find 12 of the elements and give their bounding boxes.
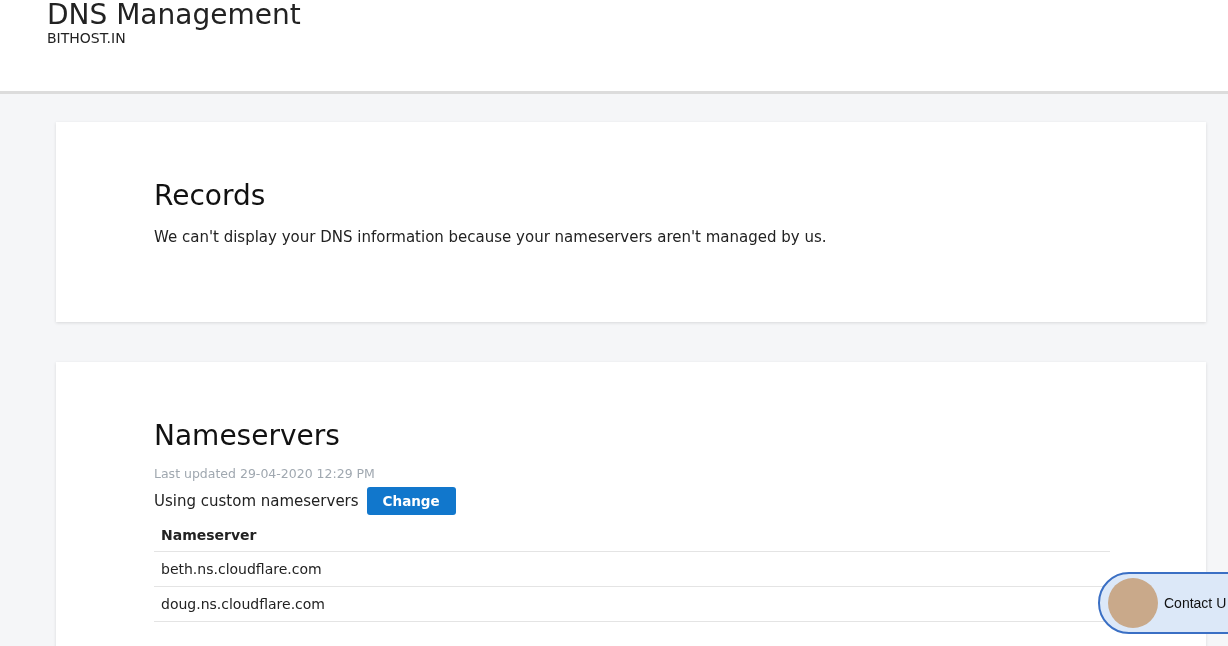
column-header: Nameserver (154, 519, 1110, 552)
change-button[interactable]: Change (366, 487, 456, 515)
section-heading: Nameservers (154, 418, 341, 454)
domain-name: BITHOST.IN (47, 30, 127, 46)
records-message: We can't display your DNS information because your nameservers aren't managed by us. (154, 228, 828, 246)
table-cell: beth.ns.cloudflare.com (154, 551, 1110, 587)
contact-us-button[interactable]: Contact U (1098, 572, 1228, 634)
avatar-icon (1108, 578, 1158, 628)
last-updated-text: Last updated 29-04-2020 12:29 PM (154, 466, 376, 481)
nameserver-status: Using custom nameservers (154, 492, 359, 510)
page-title: DNS Management (47, 0, 302, 30)
section-heading: Records (154, 178, 267, 214)
